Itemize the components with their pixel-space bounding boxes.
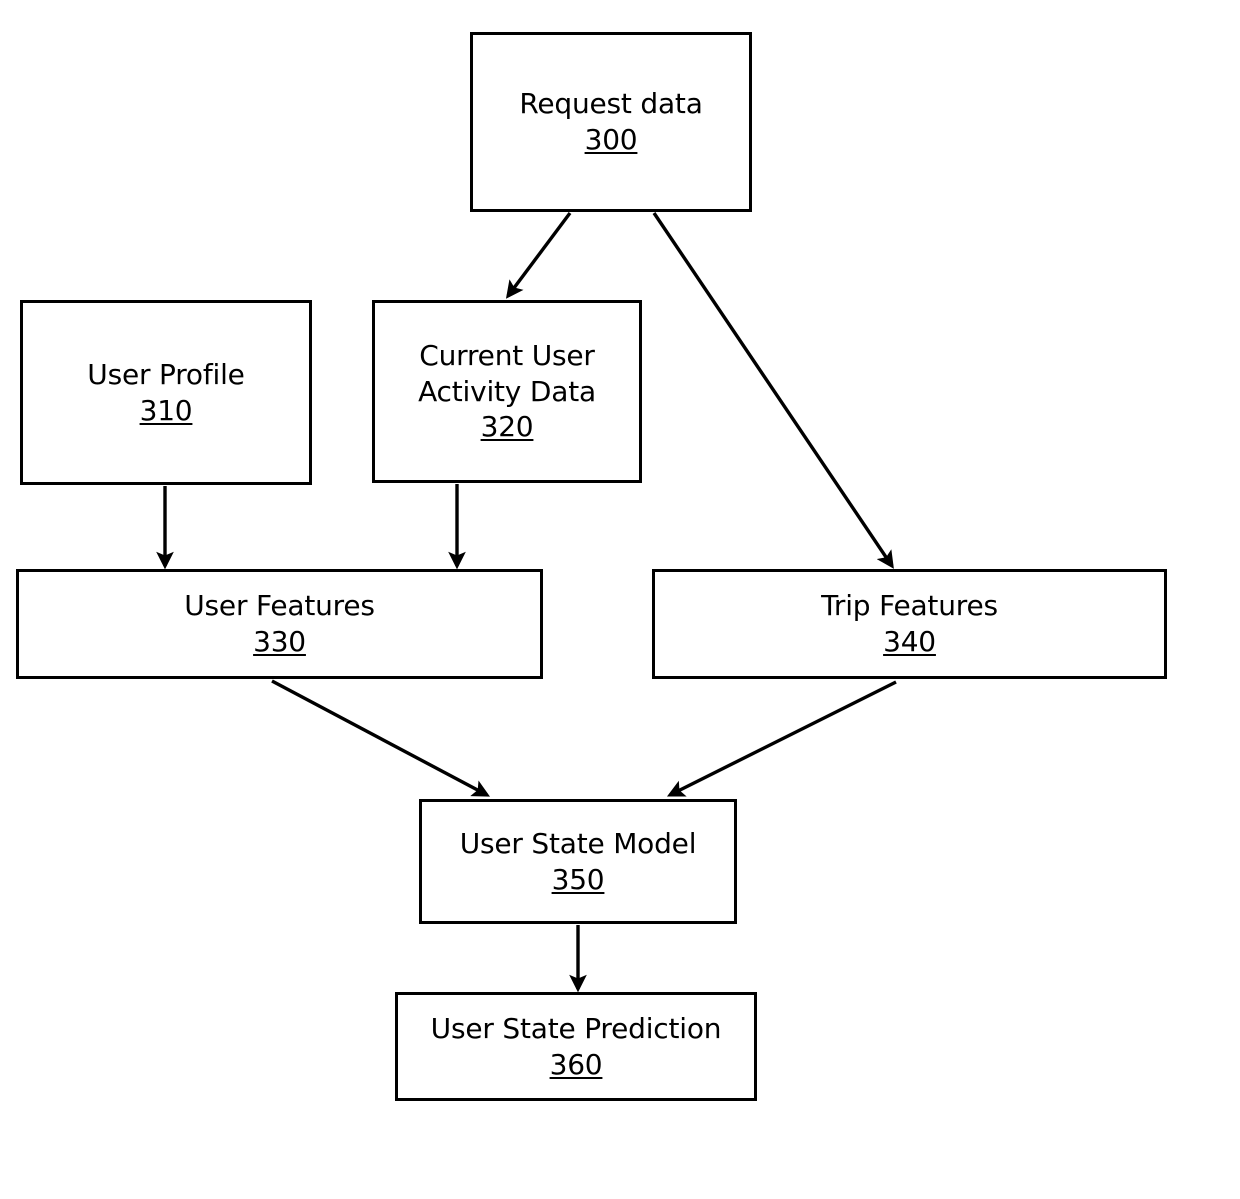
edge-request-data-to-current-user-activity-data bbox=[505, 211, 572, 299]
node-user-features-ref: 330 bbox=[253, 625, 306, 658]
edge-request-data-to-trip-features bbox=[652, 212, 894, 569]
node-trip-features[interactable]: Trip Features 340 bbox=[652, 569, 1167, 679]
node-user-state-model[interactable]: User State Model 350 bbox=[419, 799, 737, 924]
node-trip-features-ref: 340 bbox=[883, 625, 936, 658]
node-request-data-ref: 300 bbox=[584, 123, 638, 156]
node-user-profile-label: User Profile bbox=[87, 357, 245, 391]
node-request-data[interactable]: Request data 300 bbox=[470, 32, 752, 212]
node-user-features-label: User Features bbox=[184, 589, 375, 623]
node-current-user-activity-data[interactable]: Current User Activity Data 320 bbox=[372, 300, 642, 483]
diagram-canvas: Request data 300 User Profile 310 Curren… bbox=[0, 0, 1240, 1199]
node-user-state-model-ref: 350 bbox=[551, 862, 605, 896]
node-user-state-prediction-ref: 360 bbox=[549, 1047, 603, 1081]
node-user-state-prediction[interactable]: User State Prediction 360 bbox=[395, 992, 757, 1101]
node-user-state-prediction-label: User State Prediction bbox=[430, 1011, 722, 1045]
node-current-user-activity-data-ref: 320 bbox=[480, 410, 534, 444]
edge-user-features-to-user-state-model bbox=[271, 679, 491, 797]
node-trip-features-label: Trip Features bbox=[821, 589, 998, 623]
node-request-data-label: Request data bbox=[519, 87, 703, 121]
node-user-state-model-label: User State Model bbox=[459, 826, 697, 860]
node-user-profile-ref: 310 bbox=[139, 393, 193, 427]
edge-trip-features-to-user-state-model bbox=[666, 680, 897, 797]
node-current-user-activity-data-label: Current User Activity Data bbox=[418, 338, 596, 408]
node-user-features[interactable]: User Features 330 bbox=[16, 569, 543, 679]
node-user-profile[interactable]: User Profile 310 bbox=[20, 300, 312, 485]
